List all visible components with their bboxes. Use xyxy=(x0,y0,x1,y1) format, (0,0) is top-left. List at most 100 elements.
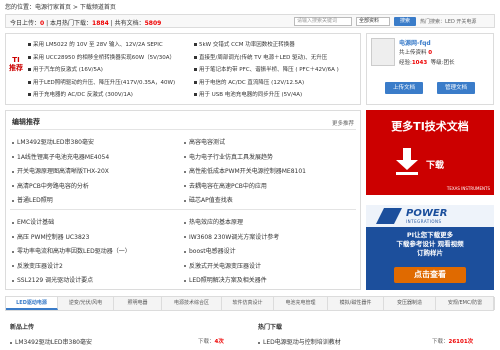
pi-ad[interactable]: POWER INTEGRATIONS PI让您下载更多 下载参考设计 观看视频 … xyxy=(366,205,494,290)
bullet-icon xyxy=(12,250,14,253)
recommend-item[interactable]: EMC设计基础 xyxy=(12,217,54,226)
recommend-item[interactable]: IW3608 230W调光方案设计参考 xyxy=(184,232,279,241)
recommend-item[interactable]: LM3492驱动LED串380毫安 xyxy=(12,137,94,146)
pi-line1: PI让您下载更多 xyxy=(406,231,454,239)
rank-value: 团长 xyxy=(443,60,455,66)
ti-design-link[interactable]: 用于LED照明驱动的升压、降压升压(417V/0.35A，40W) xyxy=(28,78,175,86)
recommend-title: LED照明解决方案及相关器件 xyxy=(189,277,267,284)
new-upload-item[interactable]: LM3492驱动LED串380毫安 xyxy=(10,337,92,346)
tab-1[interactable]: LED驱动电源 xyxy=(6,297,58,310)
recommend-item[interactable]: 磁芯AP值查找表 xyxy=(184,195,233,204)
new-upload-meta: 下载：4次 xyxy=(198,337,224,345)
pi-ad-header: POWER INTEGRATIONS xyxy=(366,205,494,227)
bullet-icon xyxy=(194,43,197,46)
bullet-icon xyxy=(258,341,260,344)
bullet-icon xyxy=(184,236,186,238)
shared-count: 0 xyxy=(428,50,433,56)
tab-4[interactable]: 电源技术综合区 xyxy=(162,297,222,310)
more-recommend-link[interactable]: 更多推荐 xyxy=(332,119,354,127)
bullet-icon xyxy=(194,68,197,71)
ti-design-title: 用于汽车的反激式 (16V/5A) xyxy=(33,67,103,73)
avatar[interactable] xyxy=(371,38,395,66)
bullet-icon xyxy=(12,199,14,202)
pi-brand-sub: INTEGRATIONS xyxy=(406,219,442,224)
recommend-title: 零功率电流和高功率因数LED驱动器（一） xyxy=(17,248,131,255)
recommend-item[interactable]: 电力电子行业仿真工具发展趋势 xyxy=(184,152,273,161)
bullet-icon xyxy=(184,141,186,144)
ti-design-link[interactable]: 5kW 交错式 CCM 功率因数校正转换器 xyxy=(194,40,295,48)
new-uploads-title: 新品上传 xyxy=(10,324,35,331)
recommend-item[interactable]: 反激式开关电源变压器设计 xyxy=(184,261,261,270)
search-button[interactable]: 搜索 xyxy=(394,17,416,26)
hot-download-item[interactable]: LED电源驱动与控制培训教材 xyxy=(258,337,341,346)
bullet-icon xyxy=(28,80,31,84)
recommend-item[interactable]: 高性能低成本PWM开关电源控制器ME8101 xyxy=(184,166,306,175)
total-count: 5809 xyxy=(144,20,162,27)
tab-3[interactable]: 照明电器 xyxy=(114,297,162,310)
ti-design-link[interactable]: 用于汽车的反激式 (16V/5A) xyxy=(28,65,103,73)
ti-design-title: 用于笔记本的带 PFC、谐振半桥、降压 ( PFC＋42V/6A ) xyxy=(199,67,339,73)
tab-2[interactable]: 逆变/光伏/风电 xyxy=(58,297,114,310)
manage-button[interactable]: 管理文档 xyxy=(437,82,475,94)
category-select[interactable]: 全部资料 xyxy=(356,17,390,26)
recommend-item[interactable]: LED照明解决方案及相关器件 xyxy=(184,275,267,284)
recommend-item[interactable]: 反激变压器设计2 xyxy=(12,261,63,270)
exp-label: 经验: xyxy=(399,60,412,66)
bullet-icon xyxy=(28,43,31,46)
recommend-item[interactable]: 零功率电流和高功率因数LED驱动器（一） xyxy=(12,246,131,255)
tab-5[interactable]: 软件仿真设计 xyxy=(222,297,274,310)
upload-button[interactable]: 上传文档 xyxy=(385,82,423,94)
recommend-title: 电力电子行业仿真工具发展趋势 xyxy=(189,153,274,161)
divider xyxy=(10,129,356,130)
ti-recommend-panel: TI推荐 采用 LM5022 的 10V 至 28V 输入、12V/2A SEP… xyxy=(5,33,361,105)
ti-design-title: 用于 USB 电池充电器的同步升压 (5V/4A) xyxy=(199,92,303,98)
tab-6[interactable]: 电池充电管理 xyxy=(274,297,328,310)
tab-9[interactable]: 安规/EMC/防雷 xyxy=(436,297,495,310)
ti-design-link[interactable]: 用于笔记本的带 PFC、谐振半桥、降压 ( PFC＋42V/6A ) xyxy=(194,65,339,73)
recommend-title: 磁芯AP值查找表 xyxy=(189,197,233,204)
exp-value: 1043 xyxy=(411,60,428,66)
tab-8[interactable]: 变压器制造 xyxy=(384,297,436,310)
bullet-icon xyxy=(28,68,31,71)
recommend-item[interactable]: 普通LED照明 xyxy=(12,195,53,204)
ti-design-link[interactable]: 直接型/周部调光(传统 TV 电源＋LED 驱动)、无升压 xyxy=(194,53,327,61)
bullet-icon xyxy=(184,199,186,202)
recommend-item[interactable]: boost电感器设计 xyxy=(184,246,236,255)
recommend-item[interactable]: 高容电容测试 xyxy=(184,137,225,146)
bullet-icon xyxy=(184,170,186,173)
bullet-icon xyxy=(12,221,14,224)
recommend-title: boost电感器设计 xyxy=(189,248,236,255)
stats-text: 今日上传：0 | 本月热门下载：1884 | 共有文档：5809 xyxy=(10,18,161,27)
ti-design-link[interactable]: 用于电信的 AC/DC 直流降压 (12V/12.5A) xyxy=(194,78,304,86)
ti-design-link[interactable]: 用于 USB 电池充电器的同步升压 (5V/4A) xyxy=(194,90,302,98)
recommend-item[interactable]: 1A线性锂离子电池充电器ME4054 xyxy=(12,152,109,161)
ti-design-title: 用于电信的 AC/DC 直流降压 (12V/12.5A) xyxy=(199,79,305,86)
recommend-item[interactable]: 开关电源原理图高清晰版THX-20X xyxy=(12,166,109,175)
tab-7[interactable]: 模拟/磁性器件 xyxy=(328,297,384,310)
ti-docs-ad[interactable]: 更多TI技术文档 下载 TEXAS INSTRUMENTS xyxy=(366,110,494,195)
recommend-item[interactable]: 热电效应的基本原理 xyxy=(184,217,243,226)
hot-search-words[interactable]: 热门搜索：LED 开关电源 xyxy=(420,18,476,25)
pi-brand: POWER xyxy=(406,208,448,219)
bullet-icon xyxy=(184,221,186,224)
recommend-title: 普通LED照明 xyxy=(17,197,53,204)
user-panel: 电源网-fqd 共上传资料 0 经验:1043 等级:团长 上传文档 管理文档 xyxy=(366,33,494,105)
bullet-icon xyxy=(194,55,197,59)
ti-design-link[interactable]: 采用 LM5022 的 10V 至 28V 输入、12V/2A SEPIC xyxy=(28,40,163,48)
user-name[interactable]: 电源网-fqd xyxy=(399,38,431,47)
recommend-item[interactable]: 高压 PWM控制器 UC3823 xyxy=(12,232,89,241)
breadcrumb[interactable]: 您的位置：电源行家首页 > 下载频道首页 xyxy=(5,2,116,11)
new-meta-value: 4次 xyxy=(214,339,224,345)
recommend-title: 去耦电容在高速PCB中的应用 xyxy=(189,182,267,190)
recommend-item[interactable]: SSL2129 调光驱动设计要点 xyxy=(12,275,93,284)
recommend-item[interactable]: 高清PCB中旁路电容的分析 xyxy=(12,181,89,190)
pi-cta-button[interactable]: 点击查看 xyxy=(394,267,466,283)
search-input[interactable]: 请输入搜索关键词 xyxy=(294,17,352,26)
download-arrow-icon xyxy=(396,148,418,175)
ti-logo: TI推荐 xyxy=(9,56,23,72)
ti-design-link[interactable]: 用于充电器的 AC/DC 反激式 (300V/1A) xyxy=(28,90,133,98)
pi-line2: 下载参考设计 观看视频 xyxy=(396,240,464,248)
recommend-item[interactable]: 去耦电容在高速PCB中的应用 xyxy=(184,181,267,190)
ti-design-link[interactable]: 采用 UCC28950 的相移全桥转换器实现60W（5V/30A） xyxy=(28,53,175,61)
ti-design-title: 用于LED照明驱动的升压、降压升压(417V/0.35A，40W) xyxy=(33,79,176,86)
